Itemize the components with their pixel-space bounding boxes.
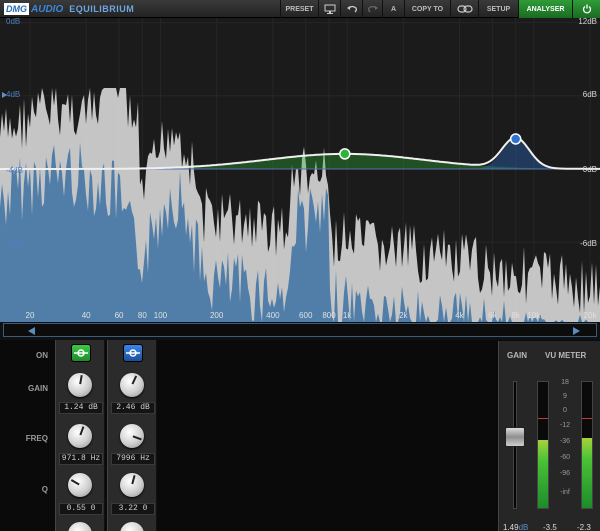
- freq-axis-label: 8k: [511, 311, 520, 320]
- scroll-right-icon[interactable]: [573, 327, 580, 335]
- output-gain-value[interactable]: 1.49dB: [503, 523, 528, 531]
- band-2-gain-knob[interactable]: [120, 373, 144, 397]
- band-2: 2.46 dB 7996 Hz 3.22 0: [107, 340, 157, 531]
- ab-toggle-button[interactable]: A: [382, 0, 404, 18]
- band-2-freq-value[interactable]: 7996 Hz: [111, 453, 155, 465]
- brand-suffix: AUDIO: [31, 3, 64, 15]
- vu-scale-label: -36: [559, 438, 571, 445]
- right-axis-label: 12dB: [578, 18, 597, 26]
- band-2-q-value[interactable]: 3.22 0: [111, 503, 155, 515]
- band-1: 1.24 dB 971.8 Hz 0.55 0: [55, 340, 105, 531]
- link-icon[interactable]: [450, 0, 478, 18]
- brand-logo: DMG: [4, 3, 29, 15]
- output-gain-fader-handle[interactable]: [505, 427, 525, 447]
- vu-scale-label: -12: [559, 422, 571, 429]
- redo-icon[interactable]: [362, 0, 382, 18]
- band-2-freq-knob[interactable]: [120, 424, 144, 448]
- freq-axis-label: 800: [322, 311, 336, 320]
- right-axis-label: 6dB: [583, 90, 597, 99]
- band-1-extra-knob[interactable]: [68, 522, 92, 531]
- monitor-icon[interactable]: [318, 0, 340, 18]
- output-panel: GAIN VU METER 18 9 0 -12 -36 -60 -96 -in…: [498, 341, 600, 531]
- vu-meter-label: VU METER: [545, 351, 587, 360]
- q-row-label: Q: [41, 485, 48, 494]
- analyser-button[interactable]: ANALYSER: [518, 0, 572, 18]
- vu-scale-label: -96: [559, 470, 571, 477]
- freq-axis-label: 400: [266, 311, 280, 320]
- band-1-q-knob[interactable]: [68, 473, 92, 497]
- vu-scale-label: -inf: [560, 489, 570, 496]
- left-axis-label: 0dB: [6, 18, 20, 26]
- gain-row-label: GAIN: [28, 384, 48, 393]
- band-1-gain-value[interactable]: 1.24 dB: [59, 402, 103, 414]
- top-toolbar: DMG AUDIO EQUILIBRIUM PRESET A COPY TO S…: [0, 0, 600, 18]
- freq-axis-label: 60: [115, 311, 124, 320]
- freq-row-label: FREQ: [25, 434, 48, 443]
- freq-axis-label: 6k: [488, 311, 497, 320]
- band-1-freq-knob[interactable]: [68, 424, 92, 448]
- undo-icon[interactable]: [340, 0, 362, 18]
- freq-axis-label: 20k: [584, 311, 598, 320]
- band-2-q-knob[interactable]: [120, 473, 144, 497]
- freq-axis-label: 100: [154, 311, 168, 320]
- left-axis-label: -8dB: [6, 239, 23, 248]
- freq-axis-label: 40: [82, 311, 91, 320]
- freq-axis-label: 80: [138, 311, 147, 320]
- logo: DMG AUDIO EQUILIBRIUM: [4, 3, 134, 15]
- freq-axis-label: 10k: [527, 311, 541, 320]
- freq-axis-label: 600: [299, 311, 313, 320]
- left-axis-label: 4dB: [6, 90, 20, 99]
- zoom-scrollbar[interactable]: [0, 322, 600, 340]
- band-1-on-button[interactable]: [71, 344, 91, 362]
- scroll-left-icon[interactable]: [28, 327, 35, 335]
- freq-axis-label: 2k: [399, 311, 408, 320]
- output-gain-label: GAIN: [507, 351, 527, 360]
- left-axis-label: -4dB: [6, 166, 23, 175]
- band-2-gain-value[interactable]: 2.46 dB: [111, 402, 155, 414]
- band-2-extra-knob[interactable]: [120, 522, 144, 531]
- vu-meter-right: [581, 381, 593, 509]
- power-icon[interactable]: [572, 0, 600, 18]
- vu-scale-label: 18: [561, 379, 569, 386]
- band-1-handle[interactable]: [339, 148, 351, 160]
- preset-button[interactable]: PRESET: [280, 0, 318, 18]
- freq-axis-label: 20: [26, 311, 35, 320]
- band-1-q-value[interactable]: 0.55 0: [59, 503, 103, 515]
- zoom-scrollbar-track[interactable]: [3, 323, 597, 337]
- vu-right-value: -2.3: [577, 523, 591, 531]
- setup-button[interactable]: SETUP: [478, 0, 518, 18]
- band-2-handle[interactable]: [509, 133, 522, 145]
- band-1-freq-value[interactable]: 971.8 Hz: [59, 453, 103, 465]
- right-axis-label: 0dB: [583, 165, 597, 174]
- vu-meter-left: [537, 381, 549, 509]
- band-1-gain-knob[interactable]: [68, 373, 92, 397]
- vu-scale-label: 0: [563, 407, 567, 414]
- vu-scale-label: -60: [559, 454, 571, 461]
- right-axis-label: -6dB: [580, 239, 597, 248]
- freq-axis-label: 4k: [455, 311, 464, 320]
- on-row-label: ON: [36, 351, 48, 360]
- product-name: EQUILIBRIUM: [69, 4, 135, 14]
- freq-axis-label: 1k: [343, 311, 352, 320]
- freq-axis-label: 200: [210, 311, 224, 320]
- band-2-on-button[interactable]: [123, 344, 143, 362]
- vu-left-value: -3.5: [543, 523, 557, 531]
- copy-to-button[interactable]: COPY TO: [404, 0, 450, 18]
- vu-scale-label: 9: [563, 393, 567, 400]
- eq-graph[interactable]: 0dB 4dB -4dB -8dB 12dB 6dB 0dB -6dB 20 40 60 80 100 2…: [0, 18, 600, 322]
